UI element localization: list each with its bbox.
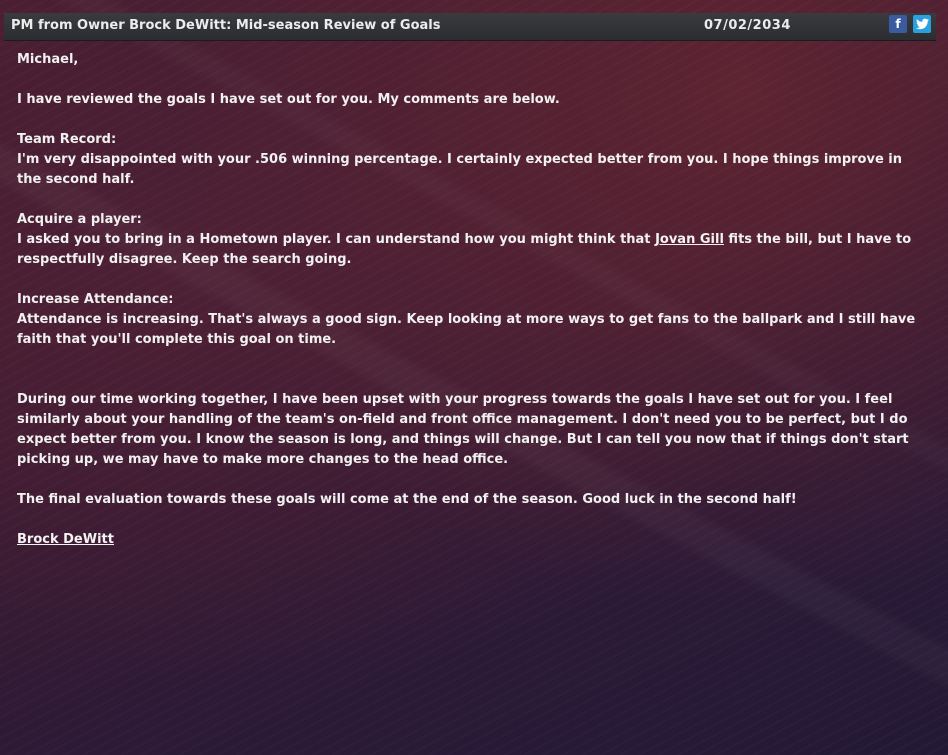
twitter-bird-icon xyxy=(915,18,929,30)
team-record-text: I'm very disappointed with your .506 win… xyxy=(17,152,903,187)
greeting-text: Michael, xyxy=(17,52,79,67)
message-body: Michael, I have reviewed the goals I hav… xyxy=(17,50,927,550)
message-header-bar: PM from Owner Brock DeWitt: Mid-season R… xyxy=(4,13,936,41)
summary-text: During our time working together, I have… xyxy=(17,392,909,467)
attendance-heading: Increase Attendance: xyxy=(17,292,174,307)
acquire-text-before: I asked you to bring in a Hometown playe… xyxy=(17,232,656,247)
attendance-text: Attendance is increasing. That's always … xyxy=(17,312,916,347)
acquire-player-heading: Acquire a player: xyxy=(17,212,142,227)
closing-text: The final evaluation towards these goals… xyxy=(17,492,797,507)
message-subject: PM from Owner Brock DeWitt: Mid-season R… xyxy=(11,18,441,33)
facebook-share-button[interactable]: f xyxy=(889,15,907,33)
intro-text: I have reviewed the goals I have set out… xyxy=(17,92,560,107)
player-link-jovan-gill[interactable]: Jovan Gill xyxy=(655,232,724,247)
acquire-player-text: I asked you to bring in a Hometown playe… xyxy=(17,230,927,270)
team-record-heading: Team Record: xyxy=(17,132,117,147)
message-date: 07/02/2034 xyxy=(704,18,791,33)
twitter-share-button[interactable] xyxy=(913,15,931,33)
signature-link[interactable]: Brock DeWitt xyxy=(17,532,114,547)
